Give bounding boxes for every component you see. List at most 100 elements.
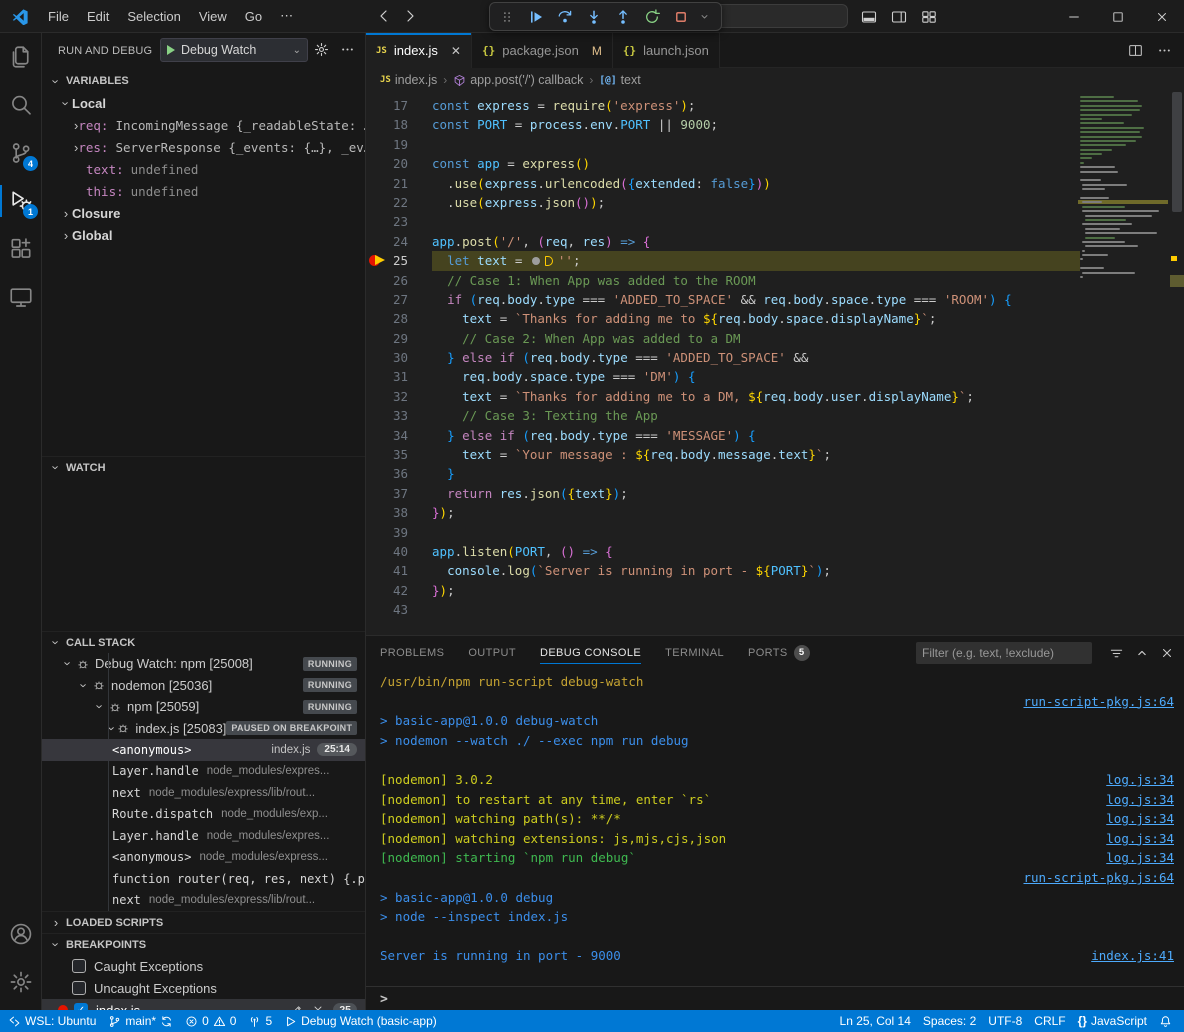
- console-line[interactable]: Server is running in port - 9000index.js…: [366, 946, 1184, 966]
- status-ports-forwarded[interactable]: 5: [242, 1010, 278, 1032]
- code-line-37[interactable]: 37 return res.json({text});: [366, 484, 1184, 503]
- console-filter-input[interactable]: [916, 642, 1092, 664]
- console-line[interactable]: [nodemon] to restart at any time, enter …: [366, 790, 1184, 810]
- code-line-42[interactable]: 42});: [366, 581, 1184, 600]
- code-line-39[interactable]: 39: [366, 523, 1184, 542]
- callstack-frame[interactable]: nextnode_modules/express/lib/rout...: [42, 890, 365, 912]
- callstack-frame[interactable]: Layer.handlenode_modules/expres...: [42, 761, 365, 783]
- toggle-panel-icon[interactable]: [854, 0, 884, 33]
- close-window-button[interactable]: [1140, 0, 1184, 33]
- breadcrumb-item[interactable]: JSindex.js: [380, 73, 437, 87]
- activity-accounts[interactable]: [0, 910, 42, 958]
- variable-row[interactable]: ›req:IncomingMessage {_readableState: …: [42, 114, 365, 136]
- menu-edit[interactable]: Edit: [78, 5, 118, 27]
- status-language-mode[interactable]: {}JavaScript: [1072, 1010, 1153, 1032]
- start-debug-icon[interactable]: [167, 45, 175, 55]
- stop-button[interactable]: [670, 6, 692, 28]
- menu-view[interactable]: View: [190, 5, 236, 27]
- source-link[interactable]: log.js:34: [1106, 829, 1174, 849]
- code-line-31[interactable]: 31 req.body.space.type === 'DM') {: [366, 367, 1184, 386]
- stop-dropdown-chevron-icon[interactable]: [693, 6, 715, 28]
- code-line-32[interactable]: 32 text = `Thanks for adding me to a DM,…: [366, 387, 1184, 406]
- call-stack-header[interactable]: ›CALL STACK: [42, 631, 365, 653]
- source-link[interactable]: index.js:41: [1091, 946, 1174, 966]
- code-line-17[interactable]: 17const express = require('express');: [366, 96, 1184, 115]
- toolbar-grip-icon[interactable]: [496, 6, 518, 28]
- minimize-button[interactable]: [1052, 0, 1096, 33]
- tab-package-json[interactable]: {}package.jsonM: [472, 33, 613, 68]
- source-link[interactable]: log.js:34: [1106, 848, 1174, 868]
- activity-run-and-debug[interactable]: 1: [0, 177, 42, 225]
- activity-settings[interactable]: [0, 958, 42, 1006]
- variables-scope-closure[interactable]: ›Closure: [42, 202, 365, 224]
- maximize-button[interactable]: [1096, 0, 1140, 33]
- code-line-18[interactable]: 18const PORT = process.env.PORT || 9000;: [366, 115, 1184, 134]
- callstack-session[interactable]: ›nodemon [25036]RUNNING: [42, 675, 365, 697]
- callstack-frame[interactable]: nextnode_modules/express/lib/rout...: [42, 782, 365, 804]
- menu-selection[interactable]: Selection: [118, 5, 189, 27]
- breakpoint-file-row[interactable]: ✓index.js25: [42, 999, 365, 1010]
- code-line-21[interactable]: 21 .use(express.urlencoded({extended: fa…: [366, 174, 1184, 193]
- code-line-30[interactable]: 30 } else if (req.body.type === 'ADDED_T…: [366, 348, 1184, 367]
- callstack-frame[interactable]: Layer.handlenode_modules/expres...: [42, 825, 365, 847]
- minimap[interactable]: [1080, 96, 1170, 285]
- scrollbar-thumb[interactable]: [1172, 92, 1182, 212]
- console-line[interactable]: [nodemon] starting `npm run debug`log.js…: [366, 848, 1184, 868]
- console-line[interactable]: [nodemon] 3.0.2log.js:34: [366, 770, 1184, 790]
- status-problems[interactable]: 00: [179, 1010, 242, 1032]
- launch-config-dropdown[interactable]: Debug Watch ⌄: [160, 38, 308, 62]
- code-line-35[interactable]: 35 text = `Your message : ${req.body.mes…: [366, 445, 1184, 464]
- breakpoint-caught-exceptions[interactable]: Caught Exceptions: [42, 955, 365, 977]
- code-line-33[interactable]: 33 // Case 3: Texting the App: [366, 406, 1184, 425]
- panel-tab-output[interactable]: OUTPUT: [468, 636, 516, 669]
- debug-console-output[interactable]: /usr/bin/npm run-script debug-watchrun-s…: [366, 672, 1184, 986]
- activity-source-control[interactable]: 4: [0, 129, 42, 177]
- status-encoding[interactable]: UTF-8: [982, 1010, 1028, 1032]
- status-debug-session[interactable]: Debug Watch (basic-app): [278, 1010, 443, 1032]
- activity-search[interactable]: [0, 81, 42, 129]
- menu-[interactable]: ⋯: [271, 5, 302, 27]
- code-line-22[interactable]: 22 .use(express.json());: [366, 193, 1184, 212]
- callstack-session[interactable]: ›npm [25059]RUNNING: [42, 696, 365, 718]
- status-git-branch[interactable]: main*: [102, 1010, 179, 1032]
- panel-tab-terminal[interactable]: TERMINAL: [665, 636, 724, 669]
- console-line[interactable]: [nodemon] watching extensions: js,mjs,cj…: [366, 829, 1184, 849]
- variables-scope-local[interactable]: ›Local: [42, 92, 365, 114]
- callstack-frame[interactable]: <anonymous>index.js25:14: [42, 739, 365, 761]
- code-line-24[interactable]: 24app.post('/', (req, res) => {: [366, 232, 1184, 251]
- code-line-36[interactable]: 36 }: [366, 464, 1184, 483]
- status-remote-indicator[interactable]: WSL: Ubuntu: [2, 1010, 102, 1032]
- loaded-scripts-header[interactable]: ›LOADED SCRIPTS: [42, 911, 365, 933]
- variable-row[interactable]: ›res:ServerResponse {_events: {…}, _ev…: [42, 136, 365, 158]
- source-link[interactable]: run-script-pkg.js:64: [1023, 692, 1174, 712]
- panel-tab-debug-console[interactable]: DEBUG CONSOLE: [540, 636, 641, 669]
- console-line[interactable]: [nodemon] watching path(s): **/*log.js:3…: [366, 809, 1184, 829]
- customize-layout-icon[interactable]: [914, 0, 944, 33]
- back-icon[interactable]: [376, 8, 392, 24]
- menu-file[interactable]: File: [39, 5, 78, 27]
- breakpoints-header[interactable]: ›BREAKPOINTS: [42, 933, 365, 955]
- continue-button[interactable]: [525, 6, 547, 28]
- watch-header[interactable]: ›WATCH: [42, 456, 365, 478]
- activity-explorer[interactable]: [0, 33, 42, 81]
- status-eol[interactable]: CRLF: [1028, 1010, 1071, 1032]
- code-line-23[interactable]: 23: [366, 212, 1184, 231]
- source-link[interactable]: log.js:34: [1106, 770, 1174, 790]
- variables-scope-global[interactable]: ›Global: [42, 224, 365, 246]
- code-line-29[interactable]: 29 // Case 2: When App was added to a DM: [366, 329, 1184, 348]
- callstack-session[interactable]: ›Debug Watch: npm [25008]RUNNING: [42, 653, 365, 675]
- restart-button[interactable]: [641, 6, 663, 28]
- filter-icon[interactable]: [1109, 646, 1124, 661]
- code-line-26[interactable]: 26 // Case 1: When App was added to the …: [366, 271, 1184, 290]
- code-editor[interactable]: 17const express = require('express');18c…: [366, 92, 1184, 635]
- code-line-41[interactable]: 41 console.log(`Server is running in por…: [366, 561, 1184, 580]
- code-line-40[interactable]: 40app.listen(PORT, () => {: [366, 542, 1184, 561]
- panel-tab-problems[interactable]: PROBLEMS: [380, 636, 444, 669]
- source-link[interactable]: log.js:34: [1106, 809, 1174, 829]
- callstack-frame[interactable]: <anonymous>node_modules/express...: [42, 847, 365, 869]
- activity-extensions[interactable]: [0, 225, 42, 273]
- debug-console-input[interactable]: >: [366, 986, 1184, 1011]
- callstack-frame[interactable]: function router(req, res, next) {.pr...: [42, 868, 365, 890]
- status-indentation[interactable]: Spaces: 2: [917, 1010, 982, 1032]
- console-line[interactable]: run-script-pkg.js:64: [366, 868, 1184, 888]
